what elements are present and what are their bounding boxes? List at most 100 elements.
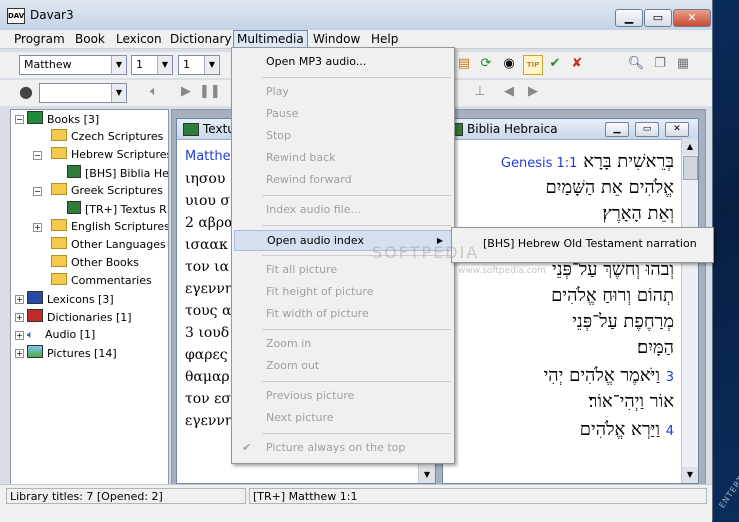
menu-separator	[262, 329, 451, 330]
arrow-right-icon[interactable]: ▶	[524, 83, 542, 101]
title-bar: DAV Davar3 ▁ ▭ ✕	[0, 0, 712, 31]
scroll-up-icon[interactable]: ▲	[682, 139, 698, 155]
bookmark-icon[interactable]: ▤	[455, 55, 473, 73]
chevron-down-icon: ▼	[111, 56, 126, 74]
arrow-left-icon[interactable]: ◀	[500, 83, 518, 101]
tree-item-dictionaries[interactable]: Dictionaries [1]	[27, 309, 132, 325]
pin-icon[interactable]: ⊥	[471, 83, 489, 101]
minimize-button[interactable]: ▁	[605, 122, 629, 137]
menu-item-rewind-back[interactable]: Rewind back	[234, 148, 452, 168]
hebrew-line: וְאֵת הָאָרֶץ׃	[602, 203, 674, 224]
check-icon[interactable]: ✔	[546, 55, 564, 73]
folder-icon	[51, 273, 67, 285]
chevron-down-icon: ▼	[204, 56, 219, 74]
status-bar: Library titles: 7 [Opened: 2] [TR+] Matt…	[0, 484, 712, 522]
tree-item-bhs[interactable]: [BHS] Biblia He	[67, 165, 168, 181]
chapter-select[interactable]: 1 ▼	[131, 55, 173, 75]
menu-window[interactable]: Window	[313, 31, 360, 47]
tree-item-english[interactable]: English Scriptures	[51, 219, 169, 235]
menu-lexicon[interactable]: Lexicon	[116, 31, 162, 47]
maximize-button[interactable]: ▭	[635, 122, 659, 137]
search-icon[interactable]: 🔍︎	[627, 55, 645, 73]
book-select[interactable]: Matthew ▼	[19, 55, 127, 75]
text-line: θαμαρ	[185, 369, 230, 385]
collapse-toggle[interactable]: −	[33, 187, 42, 196]
minimize-button[interactable]: ▁	[615, 9, 643, 27]
chapter-select-value: 1	[136, 58, 143, 71]
expand-toggle[interactable]: +	[15, 313, 24, 322]
collapse-toggle[interactable]: −	[15, 115, 24, 124]
menu-program[interactable]: Program	[14, 31, 65, 47]
menu-item-open-mp3[interactable]: Open MP3 audio...	[234, 52, 452, 72]
scroll-down-icon[interactable]: ▼	[682, 467, 698, 483]
menu-book[interactable]: Book	[75, 31, 105, 47]
menu-dictionary[interactable]: Dictionary	[170, 31, 232, 47]
submenu-item-bhs-narration[interactable]: [BHS] Hebrew Old Testament narration	[454, 234, 709, 254]
expand-toggle[interactable]: +	[15, 295, 24, 304]
verse-select[interactable]: 1 ▼	[178, 55, 220, 75]
tree-item-commentaries[interactable]: Commentaries	[51, 273, 152, 289]
menu-item-play[interactable]: Play	[234, 82, 452, 102]
record-icon[interactable]: ●	[17, 83, 35, 101]
tree-label: [TR+] Textus R	[85, 203, 167, 216]
pause-icon[interactable]: ❚❚	[199, 83, 221, 101]
tree-item-audio[interactable]: 🔈︎ Audio [1]	[27, 327, 95, 343]
menu-help[interactable]: Help	[371, 31, 398, 47]
export-icon[interactable]: ▦	[674, 55, 692, 73]
text-line: ισαακ	[185, 237, 228, 253]
scroll-down-icon[interactable]: ▼	[419, 467, 435, 483]
menu-item-zoom-in[interactable]: Zoom in	[234, 334, 452, 354]
tree-item-pictures[interactable]: Pictures [14]	[27, 345, 117, 361]
tree-item-books[interactable]: Books [3]	[27, 111, 99, 127]
audio-select[interactable]: ▼	[39, 83, 127, 103]
tree-item-other-books[interactable]: Other Books	[51, 255, 139, 271]
menu-item-rewind-forward[interactable]: Rewind forward	[234, 170, 452, 190]
menu-item-fit-all[interactable]: Fit all picture	[234, 260, 452, 280]
scroll-thumb[interactable]	[683, 156, 698, 180]
menu-separator	[262, 195, 451, 196]
tree-label: Greek Scriptures	[71, 184, 163, 197]
tree-label: Lexicons [3]	[47, 293, 114, 306]
close-button[interactable]: ✕	[665, 122, 689, 137]
tree-label: Pictures [14]	[47, 347, 117, 360]
tree-label: Other Languages	[71, 238, 166, 251]
book-icon	[27, 111, 43, 124]
expand-toggle[interactable]: +	[15, 331, 24, 340]
close-button[interactable]: ✕	[673, 9, 711, 27]
tree-item-czech[interactable]: Czech Scriptures	[51, 129, 163, 145]
tip-icon[interactable]: TIP	[523, 55, 543, 75]
hebraica-scrollbar[interactable]: ▲ ▼	[681, 139, 698, 483]
tree-label: English Scriptures	[71, 220, 169, 233]
menu-item-picture-on-top[interactable]: ✔ Picture always on the top	[234, 438, 452, 458]
tree-item-greek[interactable]: Greek Scriptures	[51, 183, 163, 199]
window-title: Davar3	[30, 8, 74, 22]
verse-number: 4	[665, 424, 674, 439]
maximize-button[interactable]: ▭	[644, 9, 672, 27]
refresh-icon[interactable]: ⟳	[477, 55, 495, 73]
menu-item-next-picture[interactable]: Next picture	[234, 408, 452, 428]
tree-item-other-languages[interactable]: Other Languages	[51, 237, 166, 253]
collapse-toggle[interactable]: −	[33, 151, 42, 160]
play-icon[interactable]: ▶	[177, 83, 195, 101]
expand-toggle[interactable]: +	[33, 223, 42, 232]
hebraica-window: Biblia Hebraica ▁ ▭ ✕ בְּרֵאשִׁית בָּרָא…	[442, 118, 699, 484]
tree-item-lexicons[interactable]: Lexicons [3]	[27, 291, 114, 307]
view-icon[interactable]: ◉	[500, 55, 518, 73]
tree-item-hebrew[interactable]: Hebrew Scriptures	[51, 147, 168, 163]
uncheck-icon[interactable]: ✘	[568, 55, 586, 73]
menu-item-fit-height[interactable]: Fit height of picture	[234, 282, 452, 302]
volume-icon[interactable]: 🔈︎	[145, 83, 163, 101]
tree-item-trplus[interactable]: [TR+] Textus R	[67, 201, 167, 217]
menu-item-pause[interactable]: Pause	[234, 104, 452, 124]
menu-item-stop[interactable]: Stop	[234, 126, 452, 146]
menu-item-index-audio[interactable]: Index audio file...	[234, 200, 452, 220]
menu-item-previous-picture[interactable]: Previous picture	[234, 386, 452, 406]
expand-toggle[interactable]: +	[15, 349, 24, 358]
folder-icon	[51, 255, 67, 267]
tree-label: Audio [1]	[45, 328, 96, 341]
menu-item-zoom-out[interactable]: Zoom out	[234, 356, 452, 376]
menu-item-fit-width[interactable]: Fit width of picture	[234, 304, 452, 324]
menu-separator	[262, 225, 451, 226]
copy-icon[interactable]: ❐	[651, 55, 669, 73]
menu-multimedia[interactable]: Multimedia	[233, 30, 308, 48]
